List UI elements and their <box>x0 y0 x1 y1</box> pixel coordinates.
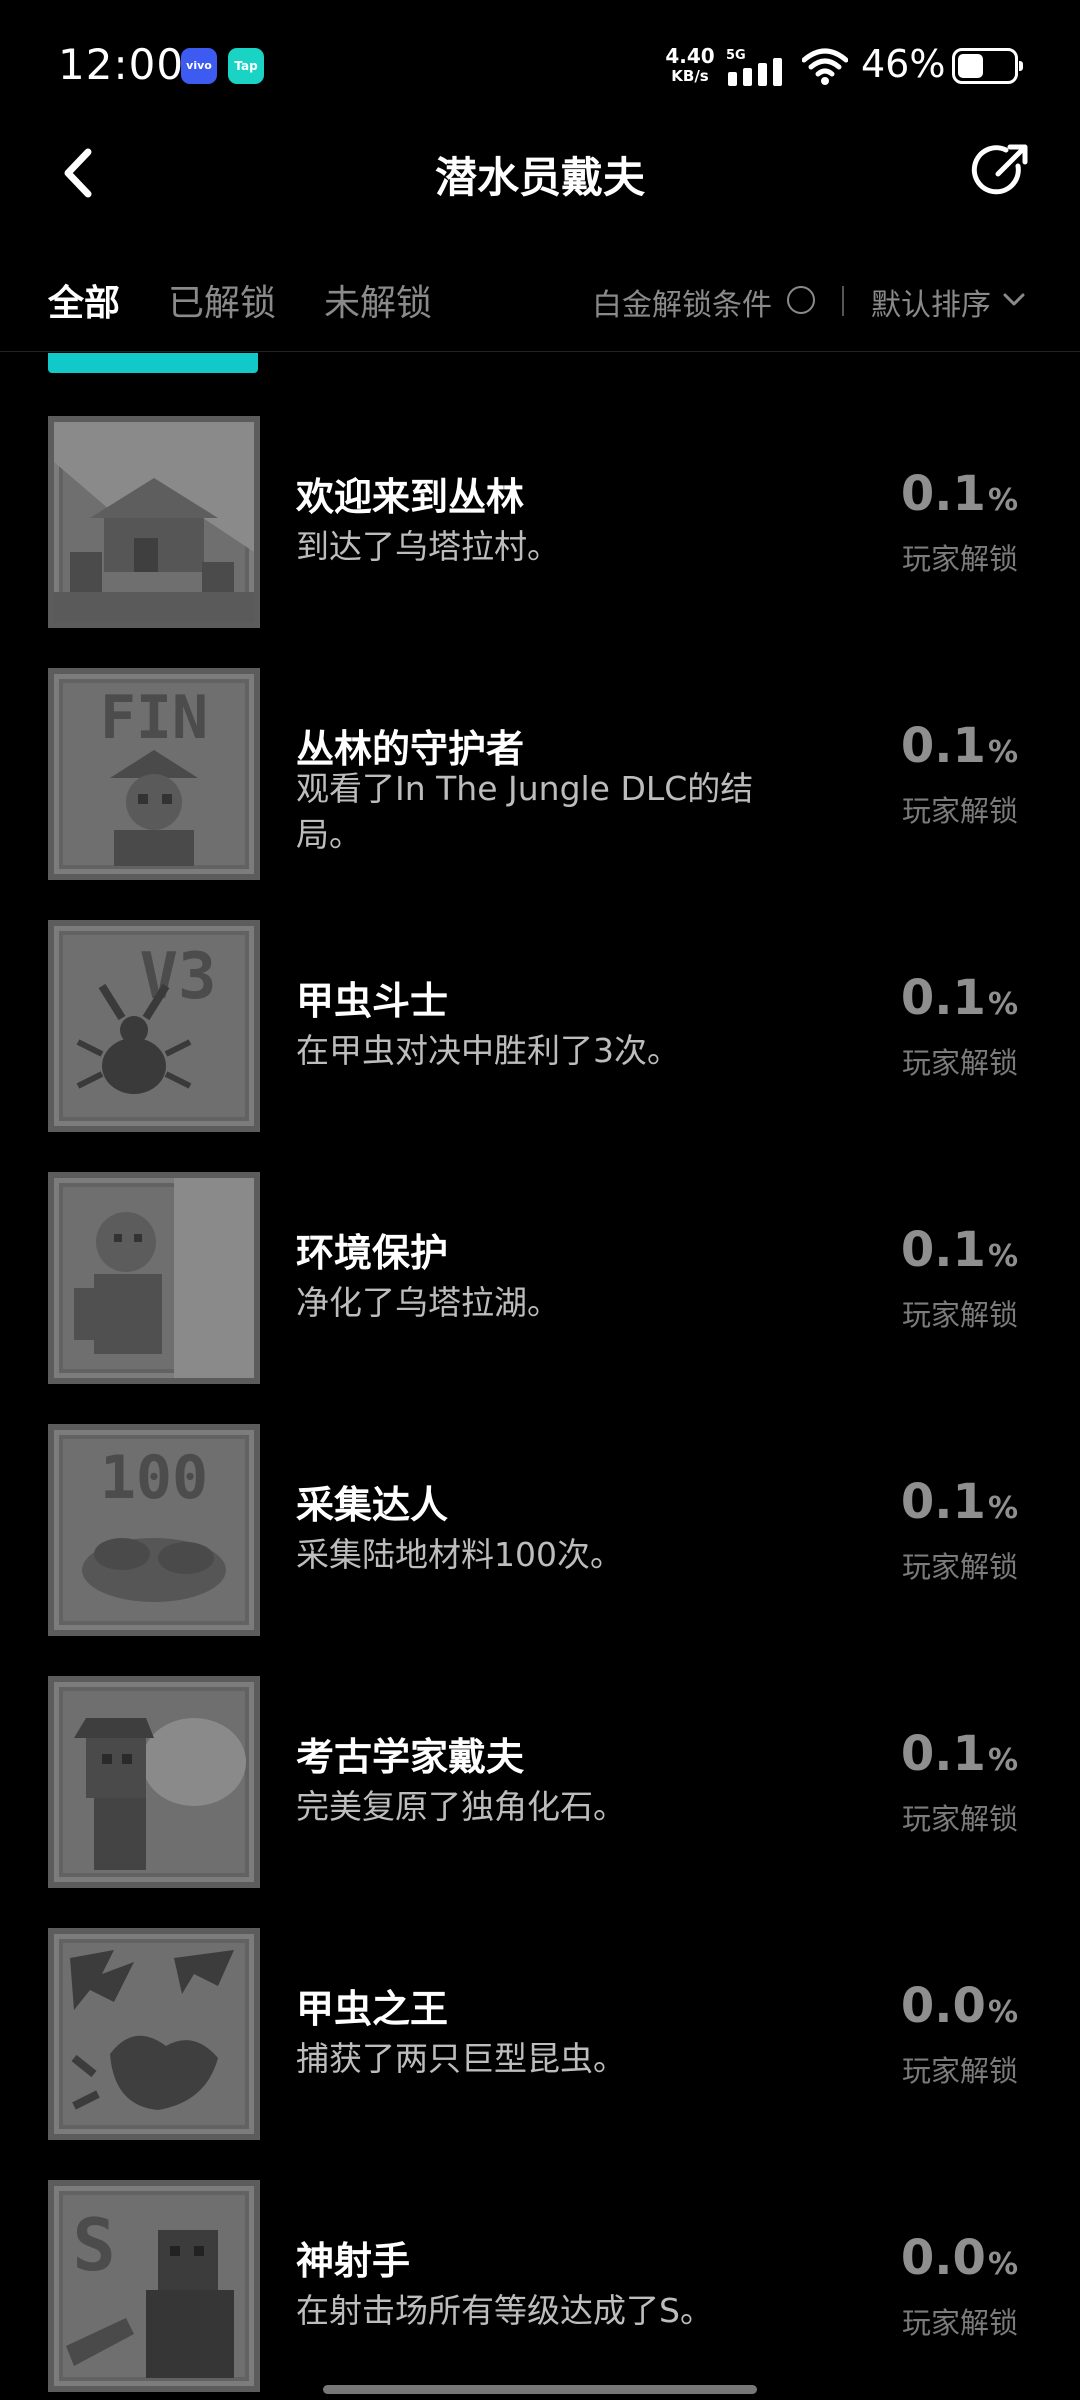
unlock-percent-value: 0.0 <box>900 2230 986 2286</box>
achievement-item[interactable]: S 神射手 在射击场所有等级达成了S。 0.0% 玩家解锁 <box>0 2180 1080 2400</box>
tab-all[interactable]: 全部 <box>48 274 120 326</box>
achievements-screen: 12:00 vivo Tap 4.40 KB/s 5G 46% 潜水员戴夫 全部… <box>0 0 1080 2400</box>
unlock-percent-caption: 玩家解锁 <box>901 1298 1018 1332</box>
village-icon <box>48 416 260 628</box>
unlock-percent-symbol: % <box>987 1491 1018 1526</box>
unlock-percent-symbol: % <box>987 1239 1018 1274</box>
unlock-percent-value: 0.0 <box>900 1978 986 2034</box>
unlock-percent: 0.1% <box>901 970 1018 1026</box>
unlock-percent-value: 0.1 <box>900 1726 986 1782</box>
unlock-percent-symbol: % <box>987 2247 1018 2282</box>
unlock-percent-value: 0.1 <box>900 466 986 522</box>
unlock-percent: 0.1% <box>901 1474 1018 1530</box>
tab-locked[interactable]: 未解锁 <box>324 274 432 326</box>
achievement-item[interactable]: FIN 丛林的守护者 观看了In The Jungle DLC的结局。 0.1%… <box>0 668 1080 920</box>
sharpshooter-s-icon: S <box>48 2180 260 2392</box>
beetle-v3-icon: V3 <box>48 920 260 1132</box>
achievement-item[interactable]: 100 采集达人 采集陆地材料100次。 0.1% 玩家解锁 <box>0 1424 1080 1676</box>
vivo-app-icon: vivo <box>181 48 217 84</box>
status-bar: 12:00 vivo Tap 4.40 KB/s 5G 46% <box>0 0 1080 130</box>
achievement-description: 净化了乌塔拉湖。 <box>296 1283 560 1322</box>
achievement-description: 完美复原了独角化石。 <box>296 1787 626 1826</box>
achievement-title: 神射手 <box>296 2239 411 2283</box>
platinum-condition-toggle[interactable] <box>787 286 815 314</box>
achievement-description: 到达了乌塔拉村。 <box>296 527 560 566</box>
svg-text:100: 100 <box>100 1443 208 1513</box>
unlock-percent-caption: 玩家解锁 <box>901 1802 1018 1836</box>
unlock-percent-caption: 玩家解锁 <box>901 1550 1018 1584</box>
unlock-percent-value: 0.1 <box>900 718 986 774</box>
page-title: 潜水员戴夫 <box>434 153 645 202</box>
giant-insects-icon <box>48 1928 260 2140</box>
taptap-app-icon: Tap <box>228 48 264 84</box>
unlock-percent: 0.0% <box>901 1978 1018 2034</box>
sort-dropdown[interactable]: 默认排序 <box>871 280 991 324</box>
network-speed-value: 4.40 <box>665 44 715 68</box>
achievement-description: 在甲虫对决中胜利了3次。 <box>296 1031 680 1070</box>
status-time: 12:00 <box>58 40 185 89</box>
achievement-title: 采集达人 <box>296 1483 449 1527</box>
achievement-description: 观看了In The Jungle DLC的结局。 <box>296 769 754 855</box>
battery-percent: 46% <box>861 42 946 86</box>
achievement-title: 甲虫之王 <box>296 1987 449 2031</box>
chevron-down-icon[interactable] <box>1000 286 1028 314</box>
unlock-percent: 0.1% <box>901 466 1018 522</box>
battery-fill <box>958 54 983 78</box>
achievement-item[interactable]: 考古学家戴夫 完美复原了独角化石。 0.1% 玩家解锁 <box>0 1676 1080 1928</box>
home-indicator[interactable] <box>323 2385 757 2394</box>
achievement-item[interactable]: V3 甲虫斗士 在甲虫对决中胜利了3次。 0.1% 玩家解锁 <box>0 920 1080 1172</box>
svg-text:S: S <box>72 2203 115 2287</box>
filter-bar: 全部 已解锁 未解锁 白金解锁条件 默认排序 <box>0 262 1080 352</box>
archaeologist-icon <box>48 1676 260 1888</box>
achievement-item[interactable]: 甲虫之王 捕获了两只巨型昆虫。 0.0% 玩家解锁 <box>0 1928 1080 2180</box>
partial-achievement-thumbnail <box>48 353 258 373</box>
achievement-title: 环境保护 <box>296 1231 449 1275</box>
unlock-percent-value: 0.1 <box>900 1474 986 1530</box>
unlock-percent-value: 0.1 <box>900 1222 986 1278</box>
platinum-condition-label[interactable]: 白金解锁条件 <box>592 280 772 324</box>
filter-divider <box>842 286 844 316</box>
achievement-title: 丛林的守护者 <box>296 727 525 771</box>
unlock-percent-symbol: % <box>987 987 1018 1022</box>
achievement-description: 在射击场所有等级达成了S。 <box>296 2291 713 2330</box>
battery-icon <box>952 48 1023 84</box>
achievement-item[interactable]: 欢迎来到丛林 到达了乌塔拉村。 0.1% 玩家解锁 <box>0 416 1080 668</box>
unlock-percent: 0.0% <box>901 2230 1018 2286</box>
achievement-list[interactable]: 欢迎来到丛林 到达了乌塔拉村。 0.1% 玩家解锁 FIN 丛林的守护者 观看了… <box>0 353 1080 2400</box>
cellular-signal-icon <box>728 58 794 86</box>
achievement-description: 采集陆地材料100次。 <box>296 1535 623 1574</box>
achievement-title: 甲虫斗士 <box>296 979 449 1023</box>
achievement-title: 欢迎来到丛林 <box>296 475 525 519</box>
share-button[interactable] <box>970 138 1036 204</box>
unlock-percent-caption: 玩家解锁 <box>901 794 1018 828</box>
unlock-percent-symbol: % <box>987 1995 1018 2030</box>
old-man-icon <box>48 1172 260 1384</box>
unlock-percent-caption: 玩家解锁 <box>901 2054 1018 2088</box>
achievement-item[interactable]: 环境保护 净化了乌塔拉湖。 0.1% 玩家解锁 <box>0 1172 1080 1424</box>
achievement-title: 考古学家戴夫 <box>296 1735 525 1779</box>
unlock-percent: 0.1% <box>901 718 1018 774</box>
materials-100-icon: 100 <box>48 1424 260 1636</box>
achievement-description: 捕获了两只巨型昆虫。 <box>296 2039 626 2078</box>
unlock-percent-caption: 玩家解锁 <box>901 1046 1018 1080</box>
header: 潜水员戴夫 <box>0 130 1080 270</box>
unlock-percent-caption: 玩家解锁 <box>901 2306 1018 2340</box>
fin-explorer-icon: FIN <box>48 668 260 880</box>
unlock-percent-symbol: % <box>987 1743 1018 1778</box>
unlock-percent-caption: 玩家解锁 <box>901 542 1018 576</box>
unlock-percent-value: 0.1 <box>900 970 986 1026</box>
tab-unlocked[interactable]: 已解锁 <box>168 274 276 326</box>
network-speed: 4.40 KB/s <box>664 46 716 84</box>
wifi-icon <box>802 48 848 85</box>
unlock-percent-symbol: % <box>987 483 1018 518</box>
network-speed-unit: KB/s <box>671 67 709 85</box>
svg-text:FIN: FIN <box>100 683 208 753</box>
unlock-percent: 0.1% <box>901 1726 1018 1782</box>
unlock-percent: 0.1% <box>901 1222 1018 1278</box>
unlock-percent-symbol: % <box>987 735 1018 770</box>
